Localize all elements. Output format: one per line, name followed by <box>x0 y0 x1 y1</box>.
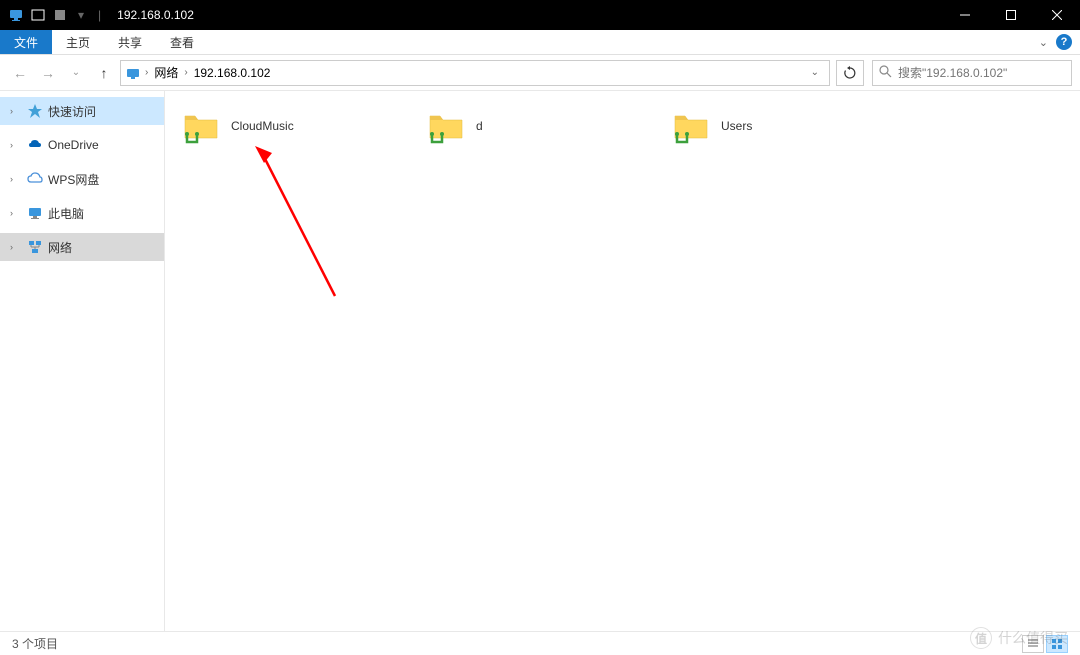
nav-label: 网络 <box>48 239 72 256</box>
window-title: 192.168.0.102 <box>117 8 194 22</box>
star-icon <box>26 102 44 120</box>
window-controls <box>942 0 1080 30</box>
nav-onedrive[interactable]: › OneDrive <box>0 131 164 159</box>
item-count: 3 个项目 <box>12 635 58 652</box>
folder-d[interactable]: d <box>418 101 663 151</box>
icons-view-button[interactable] <box>1046 635 1068 653</box>
titlebar: ▾ | 192.168.0.102 <box>0 0 1080 30</box>
search-box[interactable] <box>872 60 1072 86</box>
chevron-right-icon[interactable]: › <box>10 208 22 218</box>
search-icon <box>879 65 892 81</box>
details-view-button[interactable] <box>1022 635 1044 653</box>
address-bar-row: ← → ⌄ ↑ › 网络 › 192.168.0.102 ⌄ <box>0 55 1080 91</box>
view-switcher <box>1022 635 1068 653</box>
network-share-icon <box>671 106 711 146</box>
chevron-right-icon[interactable]: › <box>10 140 22 150</box>
nav-this-pc[interactable]: › 此电脑 <box>0 199 164 227</box>
chevron-right-icon[interactable]: › <box>10 242 22 252</box>
up-button[interactable]: ↑ <box>92 61 116 85</box>
tab-file[interactable]: 文件 <box>0 30 52 54</box>
refresh-button[interactable] <box>836 60 864 86</box>
network-share-icon <box>181 106 221 146</box>
maximize-button[interactable] <box>988 0 1034 30</box>
chevron-right-icon[interactable]: › <box>10 106 22 116</box>
navigation-pane[interactable]: › 快速访问 › OneDrive › WPS网盘 › 此电脑 <box>0 91 165 631</box>
folder-label: Users <box>721 119 752 133</box>
search-input[interactable] <box>898 66 1065 80</box>
location-icon <box>125 65 141 81</box>
folder-users[interactable]: Users <box>663 101 908 151</box>
network-share-icon <box>426 106 466 146</box>
help-button[interactable]: ? <box>1056 34 1072 50</box>
close-button[interactable] <box>1034 0 1080 30</box>
ribbon-tabs: 文件 主页 共享 查看 ⌄ ? <box>0 30 1080 55</box>
tab-view[interactable]: 查看 <box>156 30 208 54</box>
nav-label: WPS网盘 <box>48 171 99 188</box>
address-bar[interactable]: › 网络 › 192.168.0.102 ⌄ <box>120 60 830 86</box>
titlebar-left: ▾ | 192.168.0.102 <box>0 7 194 23</box>
cloud-icon <box>26 170 44 188</box>
annotation-arrow <box>250 141 340 301</box>
minimize-button[interactable] <box>942 0 988 30</box>
chevron-right-icon[interactable]: › <box>10 174 22 184</box>
titlebar-divider: | <box>98 8 101 22</box>
tab-home[interactable]: 主页 <box>52 30 104 54</box>
nav-wps[interactable]: › WPS网盘 <box>0 165 164 193</box>
ribbon-expand-icon[interactable]: ⌄ <box>1039 36 1048 49</box>
breadcrumb-host[interactable]: 192.168.0.102 <box>192 66 273 80</box>
folder-label: d <box>476 119 483 133</box>
breadcrumb-sep-icon: › <box>145 67 148 78</box>
tab-share[interactable]: 共享 <box>104 30 156 54</box>
qat-icon-2[interactable] <box>52 7 68 23</box>
recent-dropdown-icon[interactable]: ⌄ <box>64 61 88 85</box>
nav-label: OneDrive <box>48 138 99 152</box>
qat-icon-1[interactable] <box>30 7 46 23</box>
nav-label: 此电脑 <box>48 205 84 222</box>
nav-label: 快速访问 <box>48 103 96 120</box>
nav-network[interactable]: › 网络 <box>0 233 164 261</box>
pc-icon <box>26 204 44 222</box>
qat-dropdown-icon[interactable]: ▾ <box>78 8 84 22</box>
main-area: › 快速访问 › OneDrive › WPS网盘 › 此电脑 <box>0 91 1080 631</box>
forward-button[interactable]: → <box>36 61 60 85</box>
folder-cloudmusic[interactable]: CloudMusic <box>173 101 418 151</box>
app-icon <box>8 7 24 23</box>
nav-quick-access[interactable]: › 快速访问 <box>0 97 164 125</box>
onedrive-icon <box>26 136 44 154</box>
folder-label: CloudMusic <box>231 119 294 133</box>
network-icon <box>26 238 44 256</box>
back-button[interactable]: ← <box>8 61 32 85</box>
content-area[interactable]: CloudMusic d <box>165 91 1080 631</box>
breadcrumb-network[interactable]: 网络 <box>152 64 180 81</box>
status-bar: 3 个项目 <box>0 631 1080 655</box>
breadcrumb-sep-icon: › <box>184 67 187 78</box>
address-dropdown-icon[interactable]: ⌄ <box>805 67 825 78</box>
ribbon-right: ⌄ ? <box>1039 30 1080 54</box>
